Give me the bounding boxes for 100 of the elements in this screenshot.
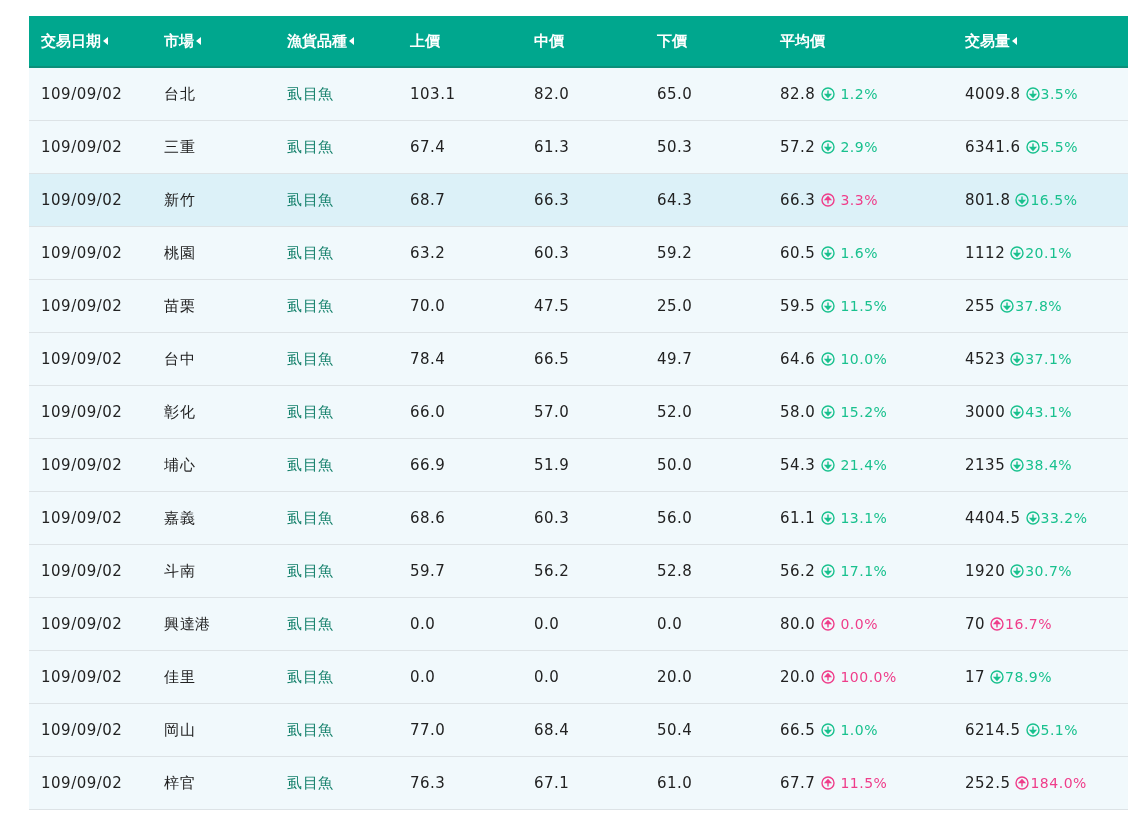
change-percent: 1.0% xyxy=(840,722,878,738)
table-cell: 3000 xyxy=(965,403,1006,421)
change-percent: 10.0% xyxy=(840,351,888,367)
sort-column-header[interactable]: 市場 xyxy=(164,31,201,51)
down-arrow-circle-icon xyxy=(1010,564,1025,578)
species-link[interactable]: 虱目魚 xyxy=(287,614,334,634)
species-link[interactable]: 虱目魚 xyxy=(287,455,334,475)
table-cell: 252.5 xyxy=(965,774,1011,792)
down-arrow-circle-icon xyxy=(821,352,836,366)
species-link[interactable]: 虱目魚 xyxy=(287,773,334,793)
table-cell: 77.0 xyxy=(410,721,446,739)
sort-caret-icon[interactable] xyxy=(1012,37,1017,45)
down-arrow-circle-icon xyxy=(1000,299,1015,313)
table-cell: 109/09/02 xyxy=(41,138,123,156)
down-arrow-circle-icon xyxy=(1025,140,1040,154)
sort-column-header[interactable]: 交易量 xyxy=(965,31,1017,51)
table-cell: 20.0 xyxy=(780,668,816,686)
table-row[interactable]: 109/09/02 三重 虱目魚 67.4 61.3 50.3 57.2 2.9% 6341.6 5.5% xyxy=(29,121,1128,174)
change-percent: 15.2% xyxy=(840,404,888,420)
down-arrow-circle-icon xyxy=(821,723,836,737)
sort-column-header[interactable]: 漁貨品種 xyxy=(287,31,354,51)
table-cell: 109/09/02 xyxy=(41,403,123,421)
species-link[interactable]: 虱目魚 xyxy=(287,190,334,210)
table-cell: 109/09/02 xyxy=(41,721,123,739)
species-link[interactable]: 虱目魚 xyxy=(287,402,334,422)
table-cell: 6214.5 xyxy=(965,721,1021,739)
sort-caret-icon[interactable] xyxy=(103,37,108,45)
table-row[interactable]: 109/09/02 新竹 虱目魚 68.7 66.3 64.3 66.3 3.3% 801.8 16.5% xyxy=(29,174,1128,227)
table-cell: 76.3 xyxy=(410,774,446,792)
species-link[interactable]: 虱目魚 xyxy=(287,349,334,369)
table-row[interactable]: 109/09/02 苗栗 虱目魚 70.0 47.5 25.0 59.5 11.5% 255 37.8% xyxy=(29,280,1128,333)
change-percent: 184.0% xyxy=(1030,775,1087,791)
up-arrow-circle-icon xyxy=(821,670,836,684)
table-cell: 59.7 xyxy=(410,562,446,580)
species-link[interactable]: 虱目魚 xyxy=(287,243,334,263)
table-row[interactable]: 109/09/02 埔心 虱目魚 66.9 51.9 50.0 54.3 21.4% 2135 38.4% xyxy=(29,439,1128,492)
column-header: 平均價 xyxy=(780,31,825,51)
change-percent: 43.1% xyxy=(1025,404,1073,420)
down-arrow-circle-icon xyxy=(1025,511,1040,525)
table-cell: 57.2 xyxy=(780,138,816,156)
table-cell: 60.3 xyxy=(534,244,570,262)
table-cell: 70 xyxy=(965,615,986,633)
table-cell: 68.6 xyxy=(410,509,446,527)
change-percent: 78.9% xyxy=(1005,669,1053,685)
up-arrow-circle-icon xyxy=(1015,776,1030,790)
down-arrow-circle-icon xyxy=(1010,405,1025,419)
table-cell: 47.5 xyxy=(534,297,570,315)
table-row[interactable]: 109/09/02 岡山 虱目魚 77.0 68.4 50.4 66.5 1.0% 6214.5 5.1% xyxy=(29,704,1128,757)
species-link[interactable]: 虱目魚 xyxy=(287,667,334,687)
table-row[interactable]: 109/09/02 嘉義 虱目魚 68.6 60.3 56.0 61.1 13.1% 4404.5 33.2% xyxy=(29,492,1128,545)
down-arrow-circle-icon xyxy=(821,458,836,472)
change-percent: 100.0% xyxy=(840,669,897,685)
change-percent: 11.5% xyxy=(840,775,888,791)
table-cell: 三重 xyxy=(164,137,195,157)
change-percent: 37.1% xyxy=(1025,351,1073,367)
change-percent: 1.6% xyxy=(840,245,878,261)
table-cell: 61.3 xyxy=(534,138,570,156)
table-cell: 82.0 xyxy=(534,85,570,103)
species-link[interactable]: 虱目魚 xyxy=(287,508,334,528)
table-row[interactable]: 109/09/02 台中 虱目魚 78.4 66.5 49.7 64.6 10.0% 4523 37.1% xyxy=(29,333,1128,386)
table-row[interactable]: 109/09/02 桃園 虱目魚 63.2 60.3 59.2 60.5 1.6% 1112 20.1% xyxy=(29,227,1128,280)
table-row[interactable]: 109/09/02 梓官 虱目魚 76.3 67.1 61.0 67.7 11.5% 252.5 184.0% xyxy=(29,757,1128,810)
down-arrow-circle-icon xyxy=(1010,352,1025,366)
species-link[interactable]: 虱目魚 xyxy=(287,720,334,740)
sort-caret-icon[interactable] xyxy=(349,37,354,45)
table-row[interactable]: 109/09/02 斗南 虱目魚 59.7 56.2 52.8 56.2 17.1% 1920 30.7% xyxy=(29,545,1128,598)
table-cell: 66.3 xyxy=(780,191,816,209)
species-link[interactable]: 虱目魚 xyxy=(287,561,334,581)
table-row[interactable]: 109/09/02 彰化 虱目魚 66.0 57.0 52.0 58.0 15.2% 3000 43.1% xyxy=(29,386,1128,439)
down-arrow-circle-icon xyxy=(1025,723,1040,737)
table-cell: 0.0 xyxy=(410,615,436,633)
table-cell: 801.8 xyxy=(965,191,1011,209)
table-cell: 50.3 xyxy=(657,138,693,156)
table-row[interactable]: 109/09/02 台北 虱目魚 103.1 82.0 65.0 82.8 1.2% 4009.8 3.5% xyxy=(29,68,1128,121)
table-cell: 109/09/02 xyxy=(41,244,123,262)
table-cell: 103.1 xyxy=(410,85,456,103)
change-percent: 3.3% xyxy=(840,192,878,208)
sort-caret-icon[interactable] xyxy=(196,37,201,45)
change-percent: 38.4% xyxy=(1025,457,1073,473)
table-cell: 66.9 xyxy=(410,456,446,474)
species-link[interactable]: 虱目魚 xyxy=(287,84,334,104)
change-percent: 16.5% xyxy=(1030,192,1078,208)
table-cell: 64.6 xyxy=(780,350,816,368)
species-link[interactable]: 虱目魚 xyxy=(287,137,334,157)
change-percent: 1.2% xyxy=(840,86,878,102)
table-cell: 66.0 xyxy=(410,403,446,421)
table-cell: 20.0 xyxy=(657,668,693,686)
change-percent: 3.5% xyxy=(1040,86,1079,102)
table-cell: 70.0 xyxy=(410,297,446,315)
table-cell: 佳里 xyxy=(164,667,195,687)
table-cell: 新竹 xyxy=(164,190,195,210)
table-cell: 52.8 xyxy=(657,562,693,580)
down-arrow-circle-icon xyxy=(1015,193,1030,207)
table-cell: 52.0 xyxy=(657,403,693,421)
table-cell: 68.7 xyxy=(410,191,446,209)
column-header: 中價 xyxy=(534,31,564,51)
table-row[interactable]: 109/09/02 興達港 虱目魚 0.0 0.0 0.0 80.0 0.0% 70 16.7% xyxy=(29,598,1128,651)
sort-column-header[interactable]: 交易日期 xyxy=(41,31,108,51)
table-row[interactable]: 109/09/02 佳里 虱目魚 0.0 0.0 20.0 20.0 100.0% 17 78.9% xyxy=(29,651,1128,704)
species-link[interactable]: 虱目魚 xyxy=(287,296,334,316)
